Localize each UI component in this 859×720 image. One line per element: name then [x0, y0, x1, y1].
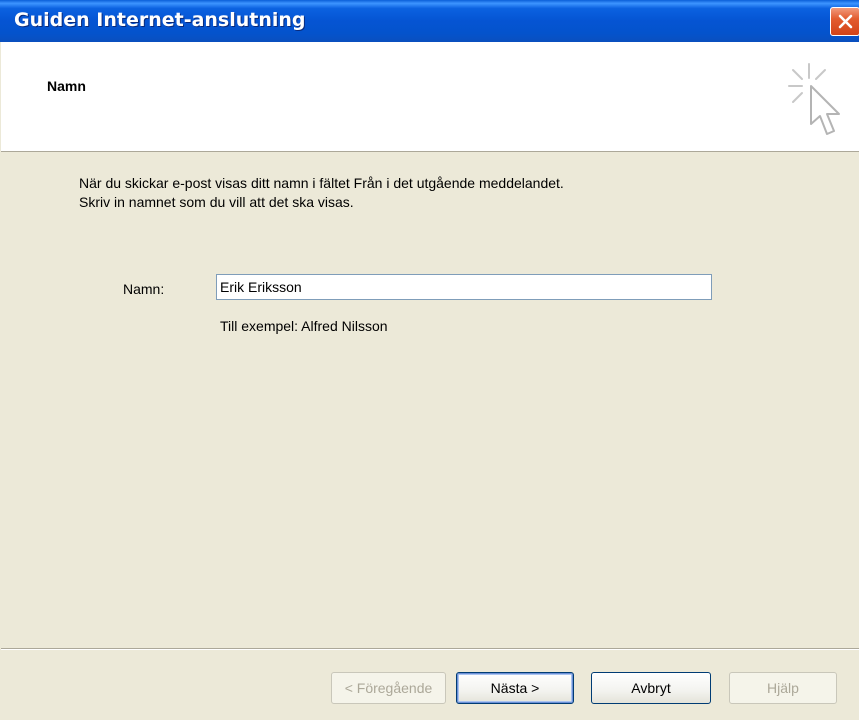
- close-icon: [838, 14, 853, 29]
- window-title: Guiden Internet-anslutning: [14, 9, 306, 31]
- help-button[interactable]: Hjälp: [729, 672, 837, 704]
- page-heading: Namn: [47, 78, 86, 94]
- wizard-window: Guiden Internet-anslutning Namn När du s…: [0, 0, 859, 720]
- next-button[interactable]: Nästa >: [456, 672, 574, 704]
- cancel-button[interactable]: Avbryt: [591, 672, 711, 704]
- description-line-2: Skriv in namnet som du vill att det ska …: [79, 194, 354, 210]
- close-button[interactable]: [830, 7, 859, 36]
- name-label: Namn:: [123, 281, 165, 297]
- title-bar[interactable]: Guiden Internet-anslutning: [0, 0, 859, 42]
- example-hint: Till exempel: Alfred Nilsson: [220, 318, 388, 334]
- back-button[interactable]: < Föregående: [331, 672, 446, 704]
- wizard-cursor-sparkle-icon: [788, 63, 840, 135]
- name-input[interactable]: [216, 274, 712, 300]
- wizard-header: Namn: [1, 42, 859, 152]
- description-text: När du skickar e-post visas ditt namn i …: [79, 174, 564, 212]
- footer-divider: [1, 648, 859, 650]
- description-line-1: När du skickar e-post visas ditt namn i …: [79, 175, 564, 191]
